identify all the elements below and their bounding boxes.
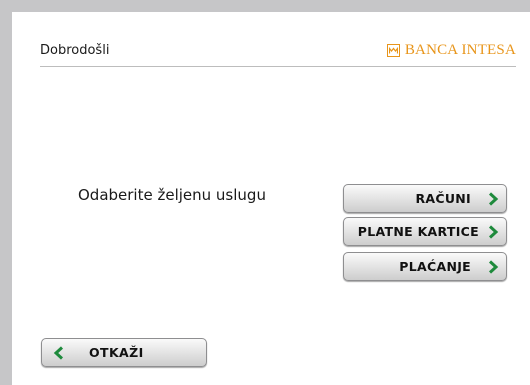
- welcome-text: Dobrodošli: [40, 43, 110, 58]
- cancel-button[interactable]: OTKAŽI: [41, 338, 207, 367]
- payments-button-label: PLAĆANJE: [399, 259, 471, 274]
- chevron-right-icon: [488, 224, 499, 239]
- service-prompt: Odaberite željenu uslugu: [78, 186, 266, 204]
- bank-logo-icon: [386, 44, 400, 57]
- bank-logo-text: BANCA INTESA: [404, 42, 516, 58]
- atm-screen: Dobrodošli BANCA INTESA Odaberite željen…: [12, 12, 530, 385]
- chevron-right-icon: [488, 191, 499, 206]
- header: Dobrodošli BANCA INTESA: [40, 42, 516, 67]
- payments-button[interactable]: PLAĆANJE: [343, 252, 507, 281]
- chevron-left-icon: [53, 345, 64, 360]
- bank-logo: BANCA INTESA: [386, 42, 516, 59]
- accounts-button[interactable]: RAČUNI: [343, 184, 507, 213]
- accounts-button-label: RAČUNI: [415, 191, 471, 206]
- payment-cards-button-label: PLATNE KARTICE: [357, 224, 479, 239]
- payment-cards-button[interactable]: PLATNE KARTICE: [343, 217, 507, 246]
- cancel-button-label: OTKAŽI: [89, 345, 144, 360]
- chevron-right-icon: [488, 259, 499, 274]
